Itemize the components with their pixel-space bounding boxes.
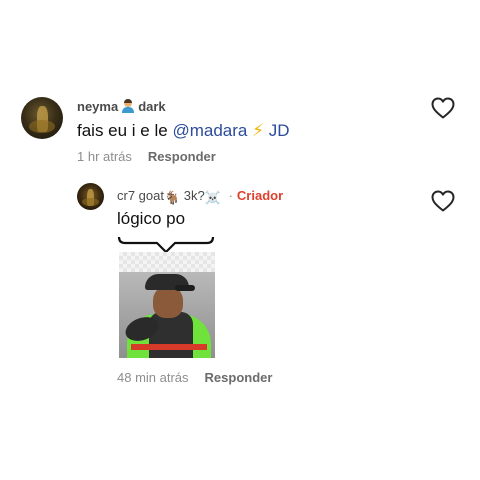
reply-username[interactable]: cr7 goat — [117, 188, 164, 203]
heart-outline-icon[interactable] — [431, 190, 455, 212]
comment-username-row: neyma dark — [77, 99, 166, 114]
reaction-image[interactable] — [119, 252, 215, 358]
comment-meta: 1 hr atrás Responder — [77, 149, 216, 164]
comment-text: fais eu i e le @madara ⚡ JD — [77, 121, 290, 141]
reply-text: lógico po — [117, 209, 186, 228]
creator-badge: Criador — [236, 188, 284, 203]
comment-username[interactable]: neyma — [77, 99, 118, 114]
reply-meta: 48 min atrás Responder — [117, 370, 272, 385]
reply-username-count: 3k? — [183, 188, 205, 203]
reply-timestamp: 48 min atrás — [117, 370, 189, 385]
reply-reply-button[interactable]: Responder — [205, 370, 273, 385]
comment-text-prefix: fais eu i e le — [77, 121, 173, 140]
reply-username-row: cr7 goat🐐 3k?☠️ · Criador — [117, 188, 283, 206]
goat-icon: 🐐 — [163, 190, 181, 205]
comment-reply-button[interactable]: Responder — [148, 149, 216, 164]
separator-dot: · — [228, 188, 233, 203]
person-shrugging-icon — [121, 99, 135, 113]
lightning-icon: ⚡ — [252, 121, 265, 140]
comment-thread: neyma dark fais eu i e le @madara ⚡ JD 1 … — [0, 0, 480, 480]
comment-timestamp: 1 hr atrás — [77, 149, 132, 164]
reply-avatar[interactable] — [77, 183, 104, 210]
heart-outline-icon[interactable] — [431, 97, 455, 119]
commenter-avatar[interactable] — [21, 97, 63, 139]
comment-tag: JD — [268, 121, 290, 140]
skull-icon: ☠️ — [204, 190, 221, 205]
comment-username-tail: dark — [138, 99, 166, 114]
comment-mention-link[interactable]: @madara — [172, 121, 247, 140]
